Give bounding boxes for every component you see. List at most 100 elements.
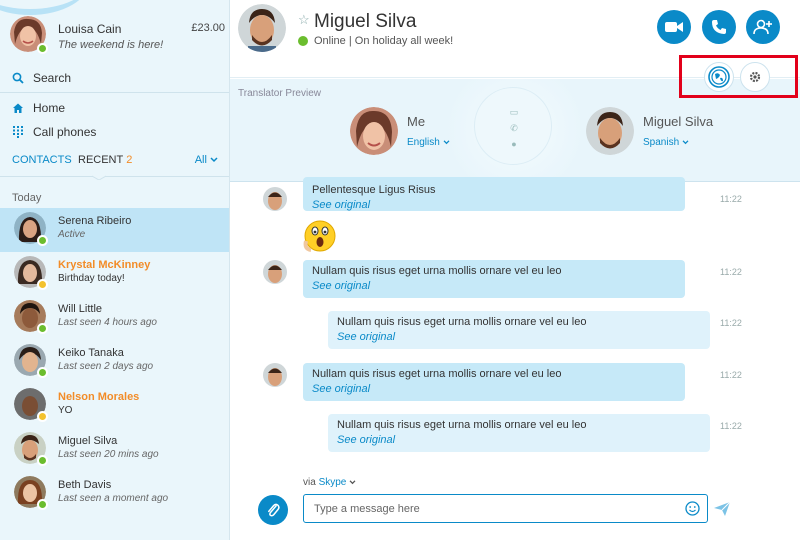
sender-avatar [263,260,287,284]
see-original-link[interactable]: See original [312,383,676,395]
contact-name: Keiko Tanaka [58,347,124,359]
message-text: Nullam quis risus eget urna mollis ornar… [312,265,562,277]
contact-avatar [14,388,48,422]
attach-button[interactable] [258,495,288,525]
contact-name: Will Little [58,303,103,315]
profile-card[interactable]: Louisa Cain The weekend is here! £23.00 [10,16,225,58]
away-status-icon [37,411,48,422]
paperclip-icon [268,503,280,517]
message-input-container[interactable] [303,494,708,523]
section-label-today: Today [12,192,42,204]
contact-avatar [14,300,48,334]
conversation-pane: ☆ Miguel Silva Online | On holiday all w… [230,0,800,540]
conversation-title: Miguel Silva [314,11,417,32]
video-call-button[interactable] [657,10,691,44]
recent-count-badge: 2 [126,154,133,166]
message-timestamp: 11:22 [720,267,742,277]
sender-avatar [263,187,287,211]
online-status-icon [37,455,48,466]
send-via-selector[interactable]: via Skype [303,477,356,488]
my-language-dropdown[interactable]: English [407,137,450,148]
annotation-highlight-box [679,55,798,98]
chevron-down-icon [210,157,218,163]
contact-tabs: CONTACTS RECENT 2 All [12,152,222,172]
contact-item[interactable]: Miguel Silva Last seen 20 mins ago [0,428,229,472]
contact-status: Last seen 20 mins ago [58,449,159,460]
video-camera-icon[interactable]: ▭ [508,107,520,117]
home-nav-item[interactable]: Home [12,98,222,118]
message-timestamp: 11:22 [720,421,742,431]
home-label: Home [33,101,66,115]
see-original-link[interactable]: See original [312,280,676,292]
filter-dropdown[interactable]: All [195,154,218,166]
contact-status: Last seen 2 days ago [58,361,154,372]
chat-bubble-icon[interactable]: ● [508,139,520,149]
contact-item[interactable]: Will Little Last seen 4 hours ago [0,296,229,340]
contact-language-dropdown[interactable]: Spanish [643,137,689,148]
online-status-icon [298,36,308,46]
skype-credit[interactable]: £23.00 [191,22,225,34]
favorite-star-icon[interactable]: ☆ [298,12,310,28]
contact-item[interactable]: Keiko Tanaka Last seen 2 days ago [0,340,229,384]
message-text: Pellentesque Ligus Risus [312,184,436,196]
contact-name: Krystal McKinney [58,259,151,271]
contact-avatar [14,432,48,466]
profile-avatar[interactable] [10,16,48,54]
see-original-link[interactable]: See original [337,331,701,343]
divider [0,92,229,93]
my-name: Me [407,114,426,129]
filter-label: All [194,154,207,166]
online-status-icon [37,499,48,510]
message-bubble: Nullam quis risus eget urna mollis ornar… [303,363,685,401]
tab-contacts[interactable]: CONTACTS [12,154,72,166]
conversation-avatar[interactable] [238,4,286,54]
call-phones-label: Call phones [33,125,97,139]
add-people-button[interactable] [746,10,780,44]
message-input[interactable] [314,501,674,517]
contact-item[interactable]: Beth Davis Last seen a moment ago [0,472,229,516]
chevron-down-icon [443,140,450,145]
contact-item[interactable]: Serena Ribeiro Active [0,208,229,252]
audio-call-button[interactable] [702,10,736,44]
away-status-icon [37,279,48,290]
divider [0,176,229,177]
contact-item[interactable]: Nelson Morales YO [0,384,229,428]
profile-name: Louisa Cain [58,22,122,36]
search-button[interactable]: Search [12,68,222,88]
see-original-link[interactable]: See original [312,199,676,211]
contact-status: Active [58,229,86,240]
contact-name: Beth Davis [58,479,112,491]
see-original-link[interactable]: See original [337,434,701,446]
phone-icon[interactable]: ✆ [508,123,520,133]
online-status-icon [37,367,48,378]
contact-avatar [14,212,48,246]
message-bubble: Nullam quis risus eget urna mollis ornar… [328,311,710,349]
via-prefix: via [303,477,316,488]
call-phones-nav-item[interactable]: Call phones [12,122,222,142]
online-status-icon [37,43,48,54]
message-text: Nullam quis risus eget urna mollis ornar… [337,316,587,328]
sender-avatar [263,363,287,387]
message-timestamp: 11:22 [720,370,742,380]
chevron-down-icon [349,480,356,485]
message-timestamp: 11:22 [720,318,742,328]
contact-avatar [14,256,48,290]
via-service: Skype [318,477,347,488]
home-icon [12,102,24,114]
tab-recent[interactable]: RECENT 2 [78,154,132,166]
message-bubble: Nullam quis risus eget urna mollis ornar… [328,414,710,452]
message-list[interactable]: Pellentesque Ligus Risus See original 11… [230,177,800,473]
send-icon[interactable] [714,502,730,516]
message-bubble: Pellentesque Ligus Risus See original [303,177,685,211]
decorative-arc [0,0,90,15]
search-icon [12,72,24,84]
contact-avatar [14,344,48,378]
contact-name: Nelson Morales [58,391,140,403]
profile-mood: The weekend is here! [58,39,164,51]
contact-item[interactable]: Krystal McKinney Birthday today! [0,252,229,296]
emoticon-icon[interactable] [685,501,700,516]
message-bubble: Nullam quis risus eget urna mollis ornar… [303,260,685,298]
message-text: Nullam quis risus eget urna mollis ornar… [337,419,587,431]
contact-status: Last seen 4 hours ago [58,317,157,328]
chevron-down-icon [682,140,689,145]
